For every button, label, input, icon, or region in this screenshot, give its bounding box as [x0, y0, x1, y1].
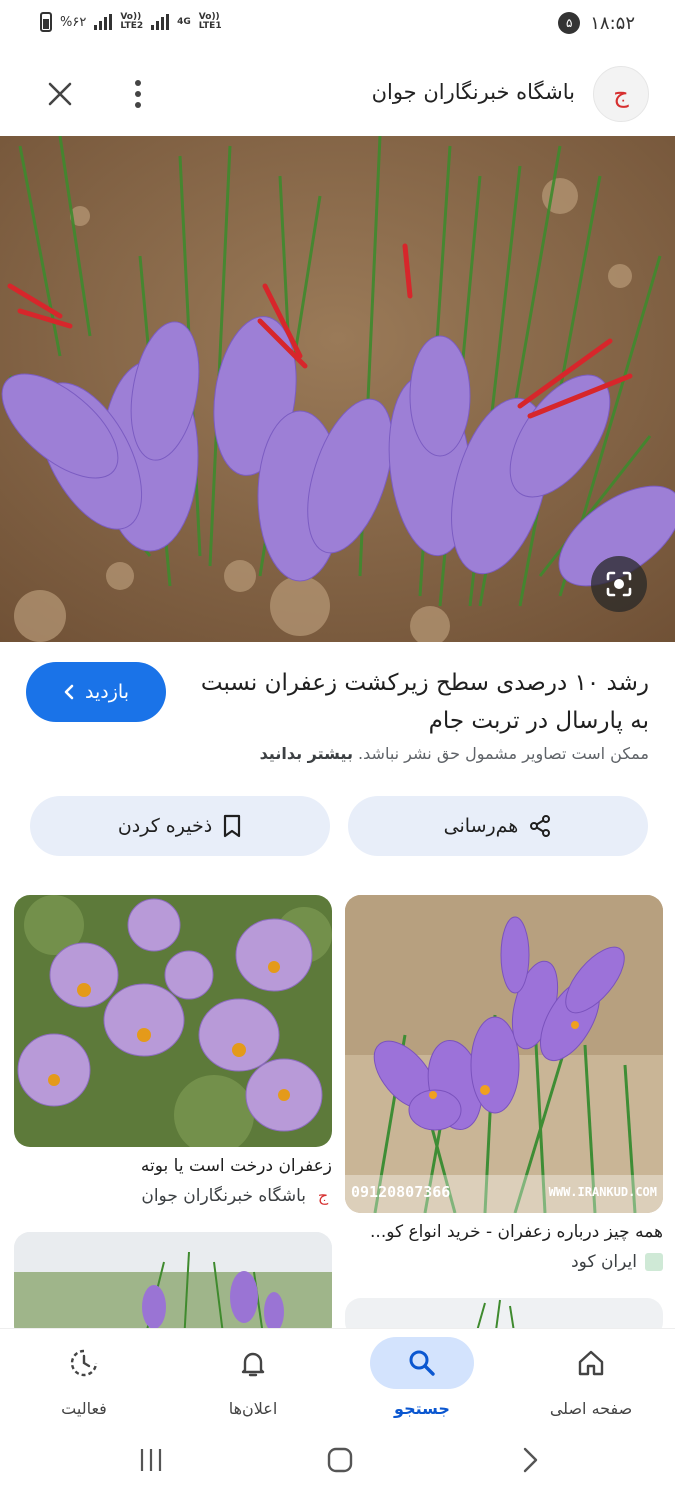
share-icon: [530, 815, 551, 837]
result-title[interactable]: رشد ۱۰ درصدی سطح زیرکشت زعفران نسبت به پ…: [179, 664, 649, 740]
learn-more-link[interactable]: بیشتر بدانید: [260, 744, 353, 763]
home-icon: [578, 1350, 604, 1376]
related-image-2[interactable]: [14, 895, 332, 1147]
status-left: %۶۲ Vo)) LTE2 4G Vo)) LTE1: [40, 12, 222, 32]
watermark-site: WWW.IRANKUD.COM: [548, 1185, 657, 1199]
save-label: ذخیره کردن: [117, 815, 213, 837]
nav-notifications-label: اعلان‌ها: [228, 1399, 278, 1418]
copyright-notice: ممکن است تصاویر مشمول حق نشر نباشد. بیشت…: [29, 744, 649, 763]
watermark-phone: 09120807366: [351, 1183, 451, 1201]
related-source-2[interactable]: ج باشگاه خبرنگاران جوان: [14, 1186, 332, 1206]
save-button[interactable]: ذخیره کردن: [30, 796, 330, 856]
nav-activity-label: فعالیت: [61, 1399, 107, 1418]
viewer-top-bar: باشگاه خبرنگاران جوان ج: [0, 58, 675, 130]
copyright-text: ممکن است تصاویر مشمول حق نشر نباشد.: [358, 744, 649, 763]
saffron-flowers-image: [0, 136, 675, 642]
ycn-logo-icon: ج: [317, 1186, 329, 1205]
network-label-3: Vo)) LTE1: [198, 12, 222, 31]
recent-apps-icon: [140, 1449, 162, 1471]
lens-icon: [606, 571, 632, 597]
main-image[interactable]: [0, 136, 675, 642]
network-label-2: 4G: [177, 16, 191, 27]
nav-search[interactable]: جستجو: [338, 1329, 506, 1434]
more-vert-icon: [135, 80, 141, 86]
system-navigation-bar: [0, 1433, 675, 1500]
home-icon-wrap: [539, 1337, 643, 1389]
site-logo-glyph: ج: [613, 80, 629, 108]
nav-search-label: جستجو: [394, 1399, 450, 1418]
close-icon: [48, 82, 72, 106]
visit-label: بازدید: [85, 681, 129, 703]
saffron-field-image: [14, 1232, 332, 1342]
search-icon: [409, 1350, 435, 1376]
nav-notifications[interactable]: اعلان‌ها: [169, 1329, 337, 1434]
share-label: هم‌رسانی: [443, 815, 519, 837]
nav-home[interactable]: صفحه اصلی: [507, 1329, 675, 1434]
google-lens-button[interactable]: [591, 556, 647, 612]
related-source-2-label: باشگاه خبرنگاران جوان: [141, 1186, 306, 1206]
related-caption-2[interactable]: زعفران درخت است یا بوته: [14, 1156, 332, 1176]
related-caption-1[interactable]: همه چیز درباره زعفران - خرید انواع کو...: [345, 1222, 663, 1242]
more-options-button[interactable]: [116, 72, 160, 116]
home-system-button[interactable]: [325, 1445, 355, 1475]
share-button[interactable]: هم‌رسانی: [348, 796, 648, 856]
close-button[interactable]: [38, 72, 82, 116]
activity-icon: [70, 1349, 98, 1377]
back-chevron-icon: [523, 1447, 538, 1473]
related-image-3[interactable]: [14, 1232, 332, 1342]
saffron-image-closeup: [14, 895, 332, 1147]
signal-icon: [94, 14, 113, 30]
battery-icon: [40, 12, 52, 32]
notification-count-badge: ۵: [558, 12, 581, 34]
site-logo[interactable]: ج: [593, 66, 649, 122]
related-source-1-label: ایران کود: [571, 1252, 637, 1272]
bell-icon-wrap: [201, 1337, 305, 1389]
chevron-left-icon: [64, 684, 74, 700]
recent-apps-button[interactable]: [136, 1445, 166, 1475]
network-label-1: Vo)) LTE2: [120, 12, 144, 31]
nav-activity[interactable]: فعالیت: [0, 1329, 168, 1434]
site-name[interactable]: باشگاه خبرنگاران جوان: [372, 80, 575, 104]
related-image-1[interactable]: 09120807366 WWW.IRANKUD.COM: [345, 895, 663, 1213]
clock: ۱۸:۵۲: [590, 12, 635, 34]
battery-level: %۶۲: [60, 14, 87, 30]
bell-icon: [241, 1352, 265, 1377]
bottom-navigation: صفحه اصلی جستجو اعلان‌ها فعالیت: [0, 1328, 675, 1433]
irankud-logo-icon: [645, 1253, 663, 1271]
signal-icon-2: [151, 14, 170, 30]
back-system-button[interactable]: [515, 1445, 545, 1475]
bookmark-icon: [224, 814, 241, 838]
related-source-1[interactable]: ایران کود: [345, 1252, 663, 1272]
home-circle-icon: [327, 1447, 353, 1473]
visit-button[interactable]: بازدید: [26, 662, 166, 722]
saffron-image-irankud: [345, 895, 663, 1213]
nav-home-label: صفحه اصلی: [549, 1399, 633, 1418]
search-icon-wrap: [370, 1337, 474, 1389]
status-bar: %۶۲ Vo)) LTE2 4G Vo)) LTE1 ۵ ۱۸:۵۲: [0, 0, 675, 50]
activity-icon-wrap: [32, 1337, 136, 1389]
status-right: ۵ ۱۸:۵۲: [558, 12, 635, 34]
